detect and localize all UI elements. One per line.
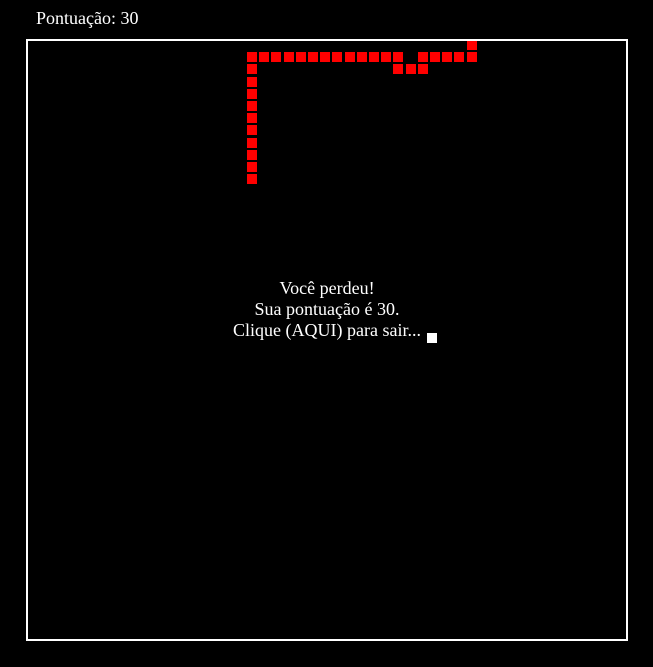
snake-segment [345, 52, 355, 62]
snake-segment [247, 113, 257, 123]
snake-segment [247, 174, 257, 184]
food-pellet [427, 333, 437, 343]
snake-segment [308, 52, 318, 62]
snake-segment [369, 52, 379, 62]
game-board: Você perdeu! Sua pontuação é 30. Clique … [26, 39, 628, 641]
snake-segment [259, 52, 269, 62]
snake-segment [467, 41, 477, 50]
snake-segment [418, 52, 428, 62]
exit-link[interactable]: Clique (AQUI) para sair... [28, 320, 626, 341]
snake-segment [381, 52, 391, 62]
score-display: Pontuação: 30 [36, 8, 139, 28]
snake-segment [247, 77, 257, 87]
snake-segment [418, 64, 428, 74]
game-over-title: Você perdeu! [279, 278, 375, 298]
snake-segment [357, 52, 367, 62]
snake-segment [247, 52, 257, 62]
snake-segment [442, 52, 452, 62]
snake-segment [247, 64, 257, 74]
snake-segment [430, 52, 440, 62]
snake-segment [247, 101, 257, 111]
snake-segment [247, 89, 257, 99]
snake-segment [393, 52, 403, 62]
snake-segment [284, 52, 294, 62]
final-score-text: Sua pontuação é 30. [254, 299, 400, 319]
snake-segment [320, 52, 330, 62]
snake-segment [247, 150, 257, 160]
snake-segment [247, 125, 257, 135]
snake-segment [247, 138, 257, 148]
game-over-message: Você perdeu! Sua pontuação é 30. Clique … [28, 278, 626, 341]
snake-segment [247, 162, 257, 172]
snake-segment [406, 64, 416, 74]
snake-segment [296, 52, 306, 62]
snake-segment [271, 52, 281, 62]
snake-segment [454, 52, 464, 62]
snake-segment [332, 52, 342, 62]
snake-segment [467, 52, 477, 62]
snake-segment [393, 64, 403, 74]
